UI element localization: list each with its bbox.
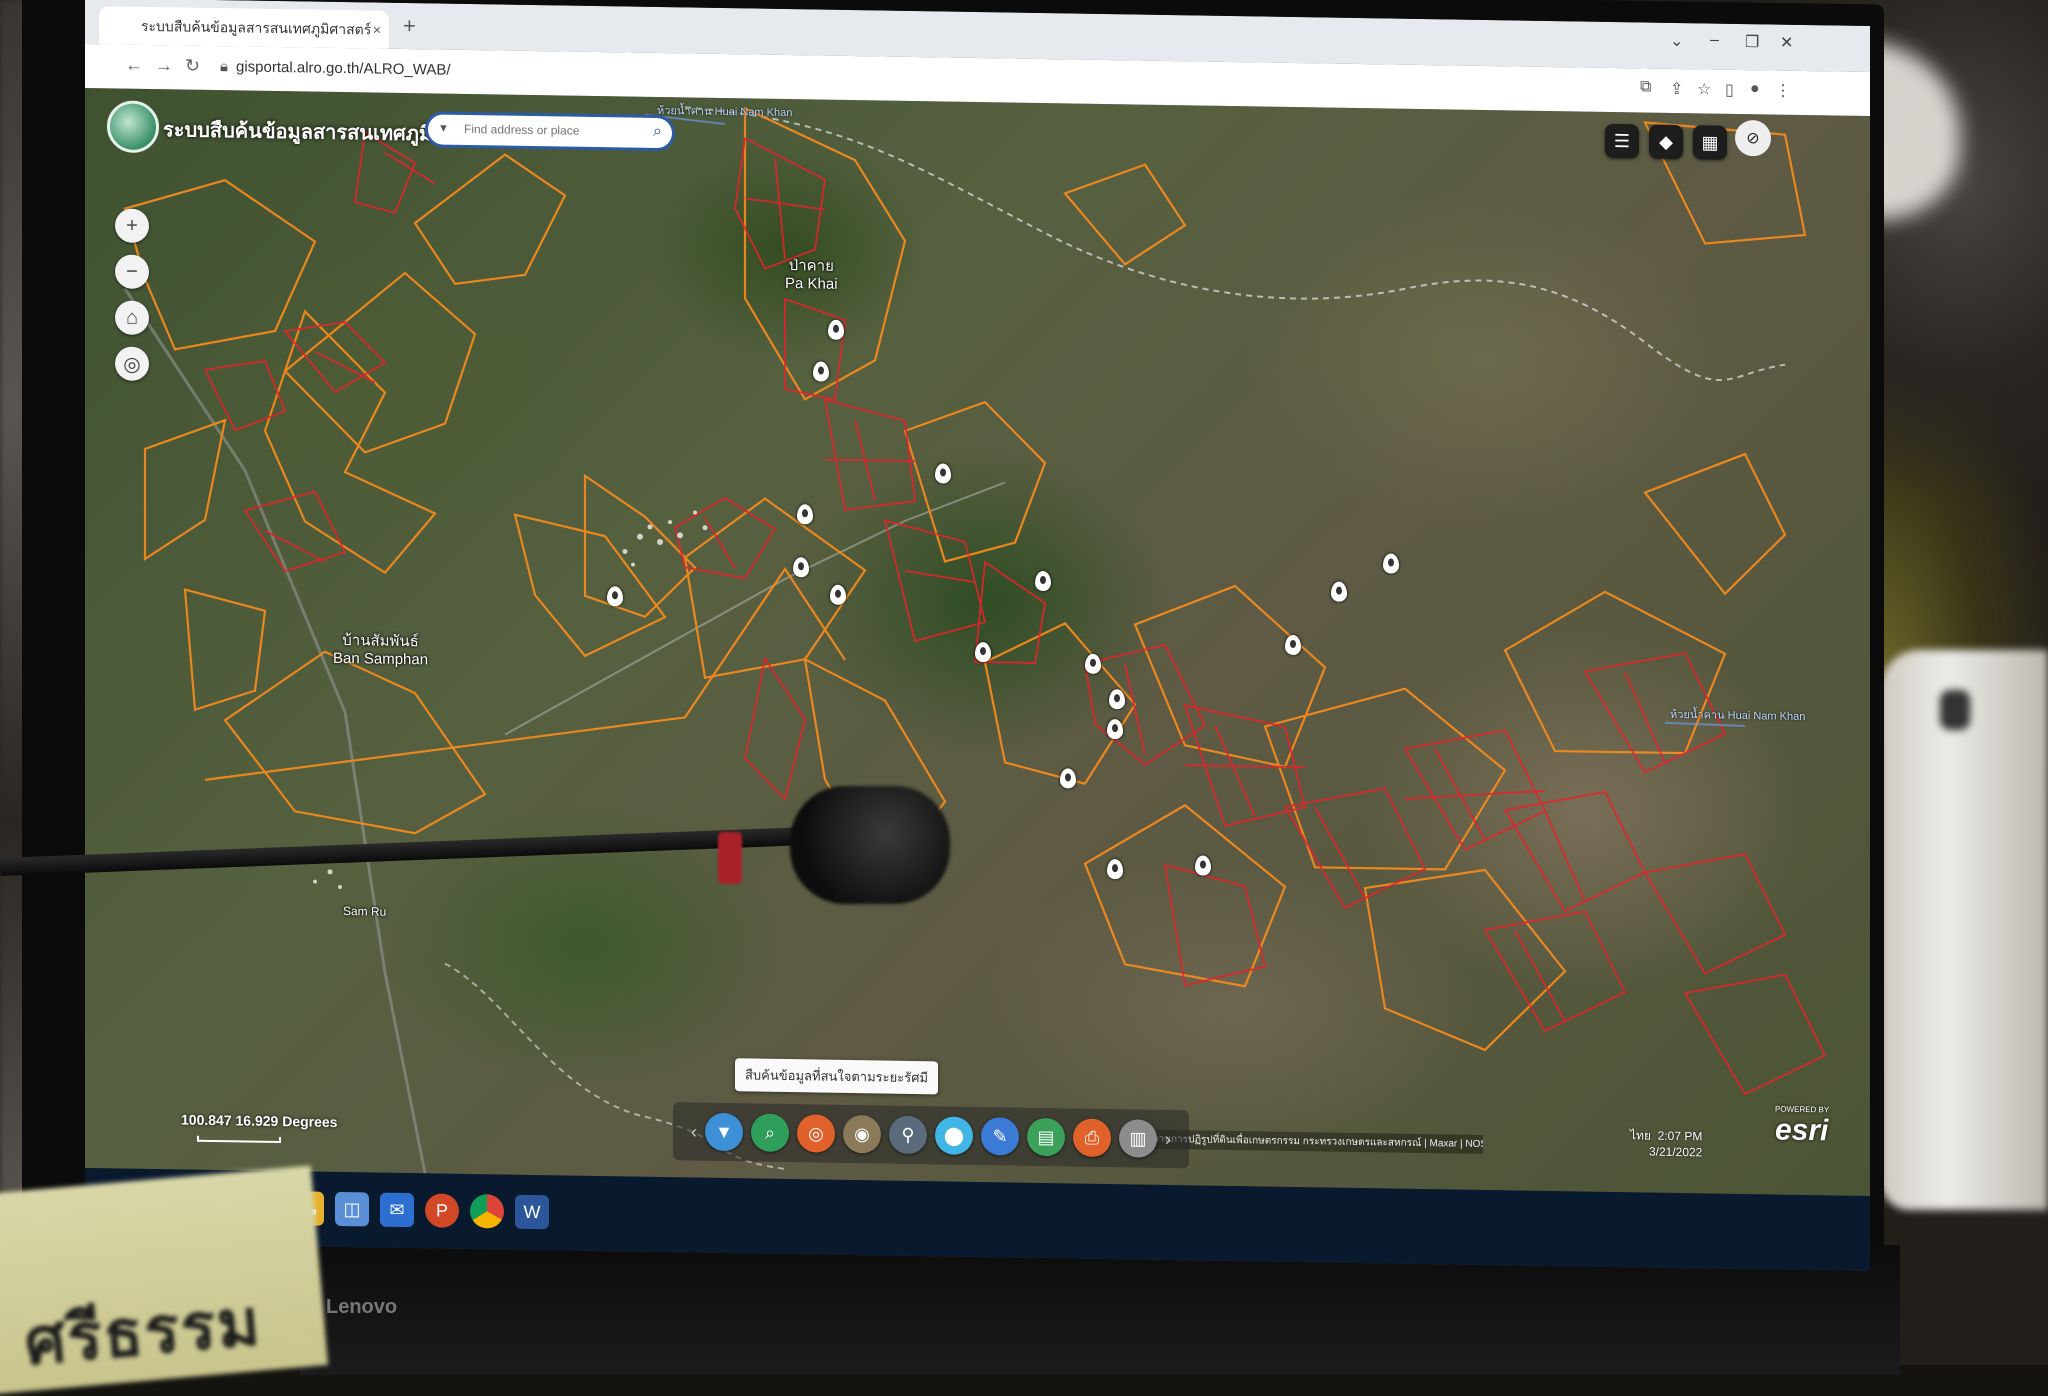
place-label-pa-khai-th: ป่าคาย	[788, 257, 834, 275]
map-pin[interactable]	[793, 557, 809, 578]
tray-time[interactable]: 2:07 PM	[1658, 1129, 1703, 1144]
address-search[interactable]: ▼ ⌕	[425, 111, 675, 152]
map-pin[interactable]	[1195, 855, 1211, 876]
microphone-head	[790, 786, 950, 904]
bookmark-star-icon[interactable]: ☆	[1697, 79, 1711, 99]
back-icon[interactable]: ←	[125, 55, 143, 76]
river-label-north: ห้วยน้ำคาน Huai Nam Khan	[657, 104, 793, 120]
zoom-out-icon[interactable]: −	[115, 254, 149, 289]
tray-language[interactable]: ไทย	[1630, 1128, 1651, 1142]
esri-logo: POWERED BY esri	[1775, 1105, 1829, 1149]
restore-button[interactable]: ❐	[1745, 32, 1759, 52]
location-icon[interactable]: ⬤	[935, 1116, 973, 1155]
river-label-east: ห้วยน้ำคาน Huai Nam Khan	[1670, 708, 1806, 724]
map-pin[interactable]	[1035, 570, 1051, 592]
desktop-speaker	[1880, 650, 2048, 1210]
speaker-port	[1940, 690, 1970, 730]
report-icon[interactable]: ▤	[1027, 1117, 1065, 1157]
monitor-brand: Lenovo	[326, 1296, 398, 1318]
close-window-button[interactable]: ✕	[1780, 33, 1793, 53]
translate-icon[interactable]: ⧉	[1640, 78, 1651, 96]
esri-wordmark: esri	[1775, 1113, 1829, 1148]
tab-close-icon[interactable]: ×	[373, 11, 381, 49]
profile-icon[interactable]: ●	[1750, 80, 1760, 98]
layer-list-icon[interactable]: ☰	[1605, 123, 1639, 159]
map-nav-controls: + − ⌂ ◎	[115, 208, 149, 393]
map-pin[interactable]	[1107, 719, 1123, 740]
lock-icon: 🔒︎	[220, 58, 228, 76]
eye-off-icon[interactable]: ⊘	[1735, 119, 1771, 157]
map-pin[interactable]	[828, 319, 844, 340]
map-pin[interactable]	[1109, 689, 1125, 710]
locate-icon[interactable]: ◎	[115, 346, 149, 381]
map-top-right-tools: ☰ ◆ ▦	[1605, 123, 1727, 160]
map-pin[interactable]	[1383, 553, 1399, 574]
widget-grid-icon[interactable]: ▦	[1693, 125, 1727, 160]
map-pin[interactable]	[1085, 653, 1101, 674]
search-icon[interactable]: ⌕	[653, 123, 662, 141]
menu-kebab-icon[interactable]: ⋮	[1775, 81, 1791, 101]
url-text: gisportal.alro.go.th/ALRO_WAB/	[235, 58, 451, 79]
place-label-pa-khai: ป่าคาย Pa Khai	[785, 257, 838, 294]
word-icon[interactable]: W	[515, 1194, 549, 1230]
chrome-icon[interactable]	[470, 1194, 504, 1229]
browser-tab[interactable]: ระบบสืบค้นข้อมูลสารสนเทศภูมิศาสตร์ ×	[99, 6, 389, 49]
radius-search-icon[interactable]: ◉	[843, 1114, 881, 1154]
new-tab-button[interactable]: +	[403, 13, 416, 39]
map-pin[interactable]	[975, 641, 991, 663]
monitor-screen: ระบบสืบค้นข้อมูลสารสนเทศภูมิศาสตร์ × + ⌄…	[85, 0, 1870, 1272]
address-bar[interactable]: 🔒︎ gisportal.alro.go.th/ALRO_WAB/	[220, 58, 451, 79]
dock-tooltip: สืบค้นข้อมูลที่สนใจตามระยะรัศมี	[735, 1058, 939, 1095]
mail-icon[interactable]: ✉	[380, 1192, 414, 1228]
map-pin[interactable]	[1060, 768, 1076, 789]
search-icon[interactable]: ⌕	[751, 1113, 789, 1153]
map-pin[interactable]	[607, 586, 623, 607]
tray-date[interactable]: 3/21/2022	[1649, 1145, 1702, 1160]
widget-dock: ‹ ▼ ⌕ ◎ ◉ ⚲ ⬤ ✎ ▤ ⎙ ▥ ›	[673, 1102, 1189, 1169]
draw-icon[interactable]: ✎	[981, 1117, 1019, 1156]
name-plate-text: ศรีธรรม	[21, 1285, 265, 1378]
zoom-in-icon[interactable]: +	[115, 208, 149, 243]
search-source-caret-icon[interactable]: ▼	[438, 123, 449, 135]
map-pin[interactable]	[1107, 859, 1123, 880]
filter-icon[interactable]: ▼	[705, 1112, 743, 1152]
map-pin[interactable]	[1285, 634, 1301, 656]
query-icon[interactable]: ◎	[797, 1114, 835, 1153]
place-label-pa-khai-en: Pa Khai	[785, 274, 838, 293]
print-icon[interactable]: ⎙	[1073, 1118, 1111, 1158]
dock-next-icon[interactable]: ›	[1165, 1128, 1171, 1149]
store-icon[interactable]: ◫	[335, 1191, 369, 1227]
user-icon[interactable]: ⚲	[889, 1115, 927, 1155]
place-label-ban-samphan: บ้านสัมพันธ์ Ban Samphan	[333, 632, 428, 669]
search-input[interactable]	[462, 120, 636, 140]
coordinate-readout: 100.847 16.929 Degrees	[181, 1111, 338, 1130]
map-pin[interactable]	[1331, 581, 1347, 602]
satellite-map[interactable]: ห้วยน้ำคาน Huai Nam Khan ห้วยน้ำคาน Huai…	[85, 87, 1870, 1197]
document-icon[interactable]: ▥	[1119, 1119, 1157, 1158]
system-tray: ไทย 2:07 PM 3/21/2022	[1630, 1127, 1702, 1160]
forward-icon[interactable]: →	[155, 55, 173, 76]
map-pin[interactable]	[935, 463, 951, 484]
basemap-icon[interactable]: ◆	[1649, 124, 1683, 160]
sidebar-icon[interactable]: ▯	[1725, 80, 1734, 100]
reload-icon[interactable]: ↻	[185, 56, 200, 77]
place-label-sam-ru: Sam Ru	[343, 904, 387, 919]
home-icon[interactable]: ⌂	[115, 300, 149, 335]
tab-search-icon[interactable]: ⌄	[1670, 31, 1683, 51]
map-pin[interactable]	[830, 584, 846, 605]
minimize-button[interactable]: –	[1710, 32, 1719, 50]
place-label-ban-samphan-en: Ban Samphan	[333, 649, 429, 669]
app-logo	[107, 100, 159, 154]
map-pin[interactable]	[813, 361, 829, 382]
powerpoint-icon[interactable]: P	[425, 1193, 459, 1228]
share-icon[interactable]: ⇪	[1670, 79, 1683, 99]
dock-prev-icon[interactable]: ‹	[691, 1121, 697, 1142]
place-label-ban-samphan-th: บ้านสัมพันธ์	[342, 632, 419, 651]
tab-title: ระบบสืบค้นข้อมูลสารสนเทศภูมิศาสตร์	[141, 17, 372, 38]
microphone-ring	[718, 832, 742, 884]
name-plate: ศรีธรรม	[0, 1165, 329, 1395]
map-pin[interactable]	[797, 504, 813, 525]
